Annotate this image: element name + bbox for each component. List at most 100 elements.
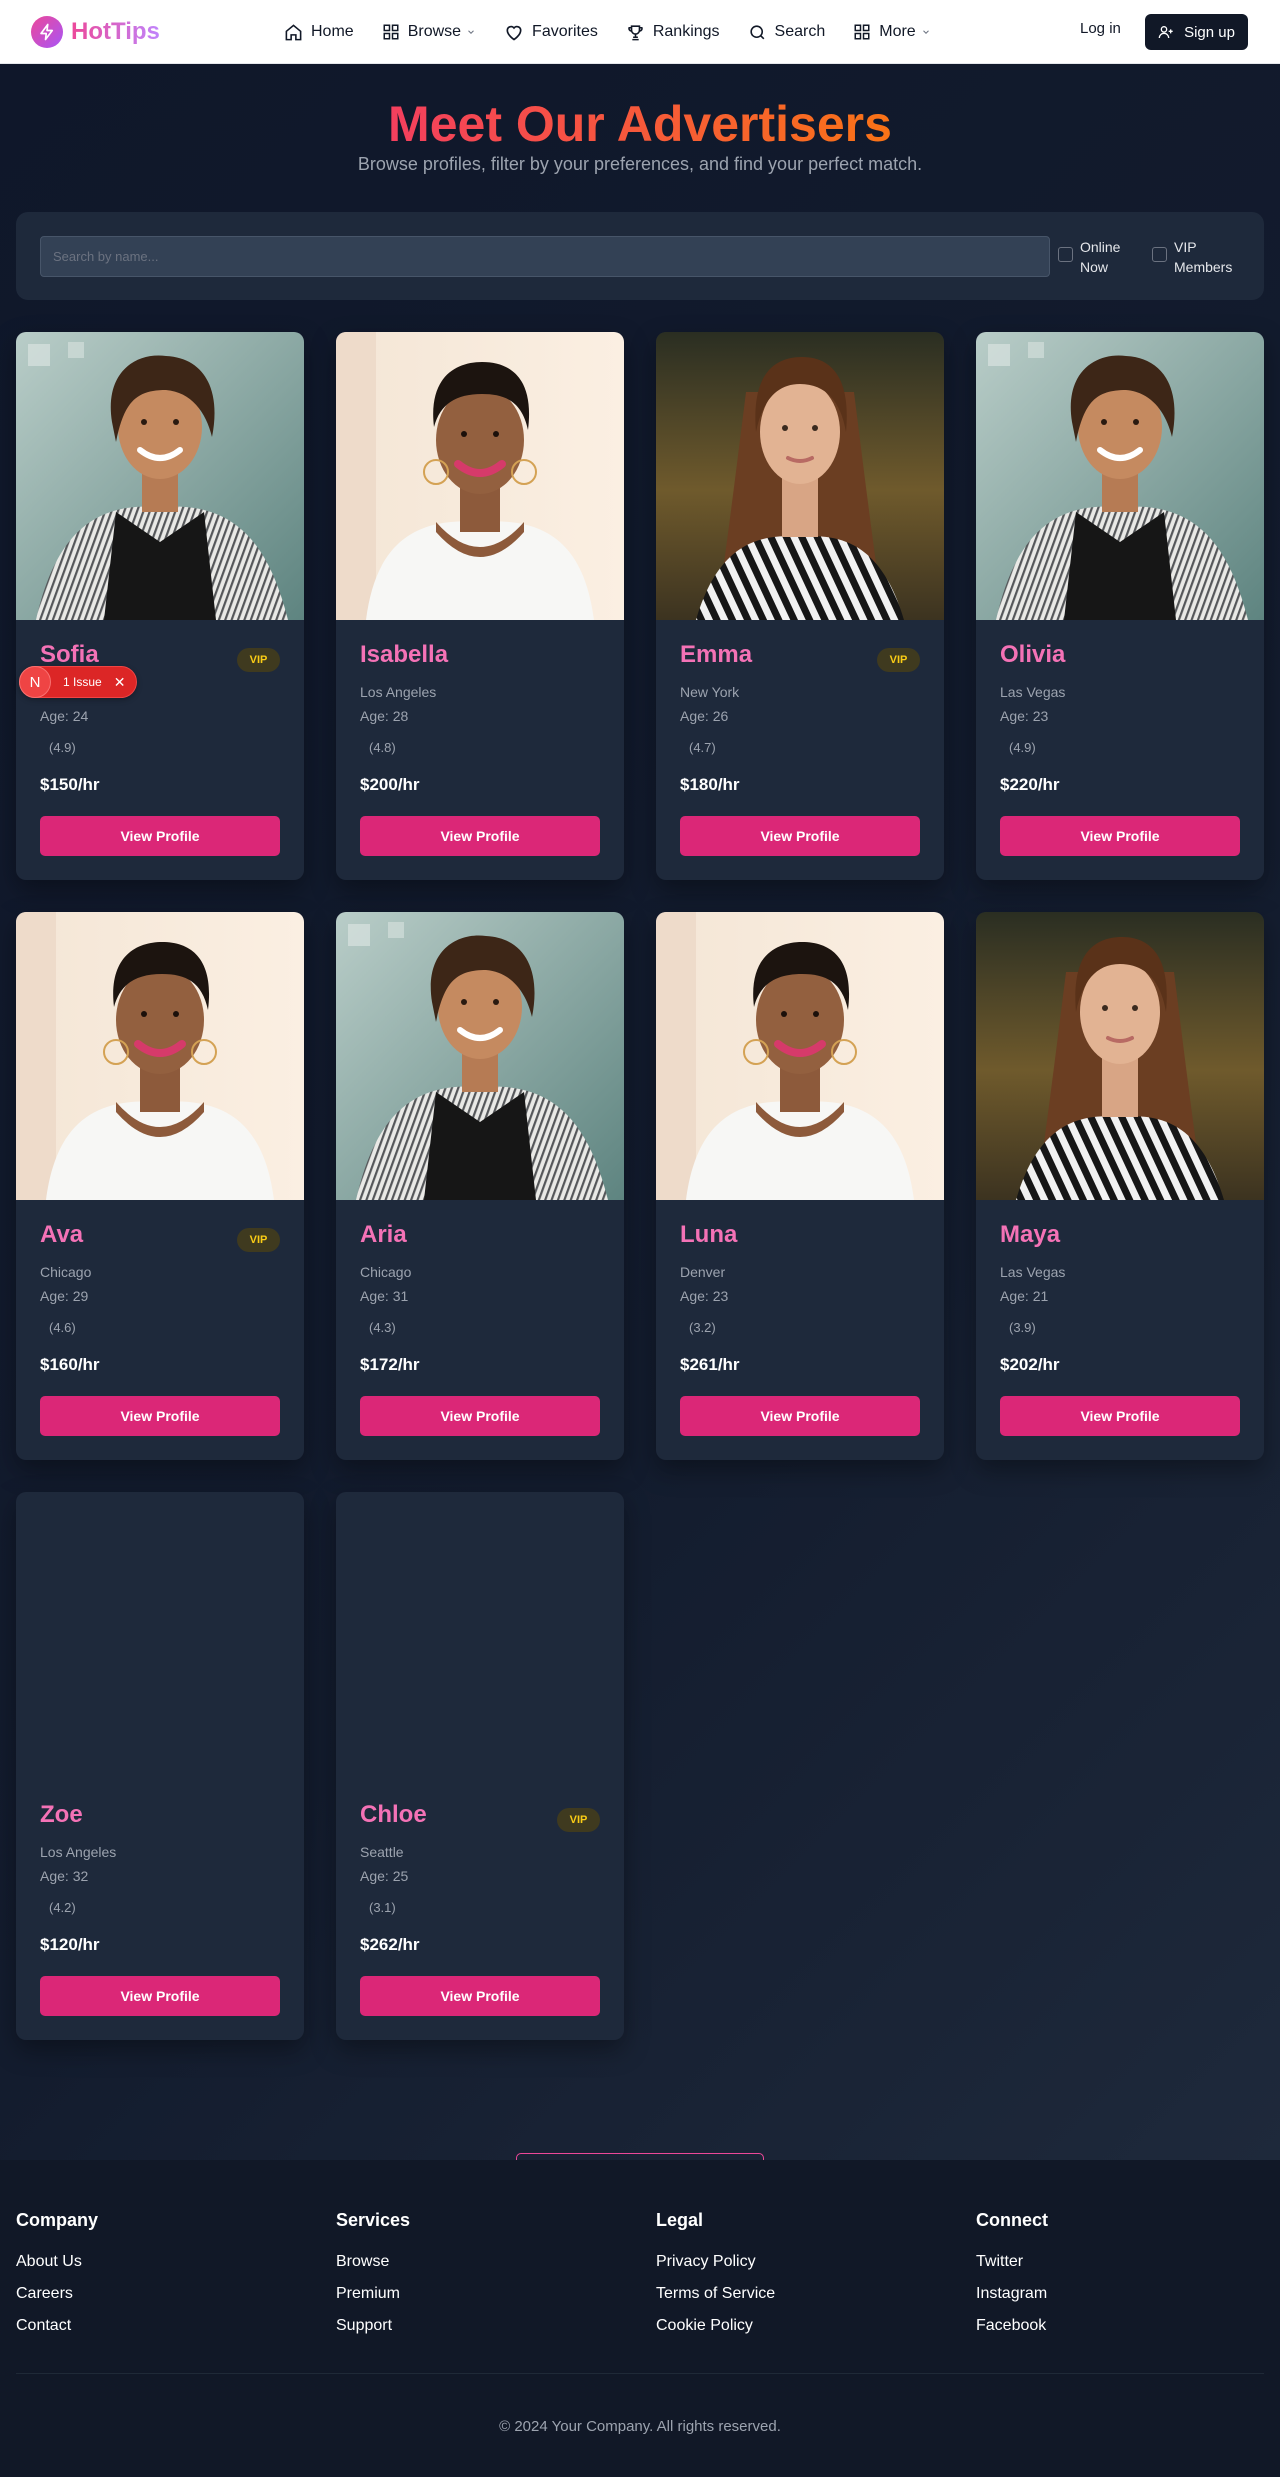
issue-badge[interactable]: N 1 Issue ✕ bbox=[19, 666, 137, 698]
profile-price: $120/hr bbox=[40, 1935, 100, 1954]
profile-photo[interactable] bbox=[16, 332, 304, 620]
footer-link-facebook[interactable]: Facebook bbox=[976, 2317, 1048, 2335]
top-navbar: HotTips Home Browse Favorites Rankings S… bbox=[0, 0, 1280, 64]
chevron-down-icon bbox=[468, 30, 474, 34]
footer-link-contact[interactable]: Contact bbox=[16, 2317, 98, 2335]
footer-link-terms[interactable]: Terms of Service bbox=[656, 2285, 775, 2303]
footer-col-legal: Legal Privacy Policy Terms of Service Co… bbox=[656, 2210, 775, 2335]
profile-price: $202/hr bbox=[1000, 1355, 1060, 1374]
online-now-checkbox[interactable] bbox=[1058, 247, 1073, 262]
brand-name: HotTips bbox=[71, 18, 160, 45]
search-icon bbox=[749, 24, 764, 39]
footer-link-premium[interactable]: Premium bbox=[336, 2285, 410, 2303]
profile-name: Sofia bbox=[40, 641, 99, 668]
nav-browse[interactable]: Browse bbox=[368, 0, 490, 64]
home-icon bbox=[285, 23, 302, 40]
profile-photo[interactable] bbox=[656, 332, 944, 620]
footer-heading: Connect bbox=[976, 2210, 1048, 2230]
page-title: Meet Our Advertisers bbox=[0, 88, 1280, 160]
profile-photo[interactable] bbox=[976, 912, 1264, 1200]
profile-card: Isabella Los Angeles Age: 28 (4.8) $200/hr Vi… bbox=[336, 332, 624, 880]
profile-rating: (4.2) bbox=[49, 1900, 76, 1915]
profile-city: Las Vegas bbox=[1000, 684, 1066, 700]
profile-rating: (4.6) bbox=[49, 1320, 76, 1335]
profile-price: $150/hr bbox=[40, 775, 100, 794]
profile-age: Age: 28 bbox=[360, 708, 409, 724]
vip-members-filter[interactable]: VIP Members bbox=[1152, 237, 1244, 277]
profile-card: Aria Chicago Age: 31 (4.3) $172/hr View Profi… bbox=[336, 912, 624, 1460]
signup-button[interactable]: Sign up bbox=[1145, 14, 1248, 50]
grid-icon bbox=[383, 24, 399, 40]
profile-name: Zoe bbox=[40, 1801, 83, 1828]
profile-name: Ava bbox=[40, 1221, 84, 1248]
view-profile-button[interactable]: View Profile bbox=[40, 1976, 280, 2016]
footer-heading: Services bbox=[336, 2210, 411, 2230]
profile-card: Ava VIP Chicago Age: 29 (4.6) $160/hr View Pro… bbox=[16, 912, 304, 1460]
profile-rating: (4.9) bbox=[1009, 740, 1036, 755]
nav-home[interactable]: Home bbox=[270, 0, 368, 64]
view-profile-button[interactable]: View Profile bbox=[1000, 1396, 1240, 1436]
main-nav: Home Browse Favorites Rankings Search Mo… bbox=[270, 0, 945, 64]
user-plus-icon bbox=[1158, 26, 1173, 39]
view-profile-button[interactable]: View Profile bbox=[360, 1976, 600, 2016]
profile-name: Isabella bbox=[360, 641, 449, 668]
nav-more[interactable]: More bbox=[839, 0, 944, 64]
profile-photo[interactable] bbox=[16, 912, 304, 1200]
profile-city: Los Angeles bbox=[40, 1844, 117, 1860]
profile-age: Age: 25 bbox=[360, 1868, 409, 1884]
view-profile-button[interactable]: View Profile bbox=[680, 1396, 920, 1436]
nav-rankings-label: Rankings bbox=[652, 23, 720, 40]
profile-card: Maya Las Vegas Age: 21 (3.9) $202/hr View Pro… bbox=[976, 912, 1264, 1460]
profile-rating: (3.2) bbox=[689, 1320, 716, 1335]
profile-age: Age: 23 bbox=[1000, 708, 1049, 724]
profile-photo[interactable] bbox=[336, 912, 624, 1200]
footer-link-twitter[interactable]: Twitter bbox=[976, 2253, 1048, 2271]
profile-city: Seattle bbox=[360, 1844, 404, 1860]
profile-price: $160/hr bbox=[40, 1355, 100, 1374]
footer-link-instagram[interactable]: Instagram bbox=[976, 2285, 1048, 2303]
chevron-down-icon bbox=[922, 30, 929, 34]
footer-link-privacy[interactable]: Privacy Policy bbox=[656, 2253, 775, 2271]
search-input[interactable] bbox=[40, 236, 1050, 277]
page-title-text: Meet Our Advertisers bbox=[388, 96, 892, 152]
footer-link-about-us[interactable]: About Us bbox=[16, 2253, 98, 2271]
filter-bar: Online Now VIP Members bbox=[16, 212, 1264, 300]
footer-col-connect: Connect Twitter Instagram Facebook bbox=[976, 2210, 1048, 2335]
login-link[interactable]: Log in bbox=[1080, 20, 1121, 37]
profile-name: Chloe bbox=[360, 1801, 427, 1828]
profile-price: $200/hr bbox=[360, 775, 420, 794]
profile-photo[interactable] bbox=[336, 332, 624, 620]
issue-badge-letter: N bbox=[19, 666, 51, 698]
view-profile-button[interactable]: View Profile bbox=[40, 816, 280, 856]
footer-link-careers[interactable]: Careers bbox=[16, 2285, 98, 2303]
profile-photo[interactable] bbox=[16, 1492, 304, 1780]
brand[interactable]: HotTips bbox=[31, 16, 160, 48]
nav-browse-label: Browse bbox=[407, 23, 462, 40]
profile-price: $172/hr bbox=[360, 1355, 420, 1374]
nav-rankings[interactable]: Rankings bbox=[612, 0, 734, 64]
footer-heading: Company bbox=[16, 2210, 99, 2230]
online-now-filter[interactable]: Online Now bbox=[1058, 237, 1130, 277]
view-profile-button[interactable]: View Profile bbox=[40, 1396, 280, 1436]
footer-link-support[interactable]: Support bbox=[336, 2317, 410, 2335]
vip-badge: VIP bbox=[237, 648, 280, 672]
profile-city: New York bbox=[680, 684, 740, 700]
vip-members-checkbox[interactable] bbox=[1152, 247, 1167, 262]
view-profile-button[interactable]: View Profile bbox=[680, 816, 920, 856]
view-profile-button[interactable]: View Profile bbox=[1000, 816, 1240, 856]
profile-age: Age: 21 bbox=[1000, 1288, 1049, 1304]
profile-age: Age: 29 bbox=[40, 1288, 89, 1304]
view-profile-button[interactable]: View Profile bbox=[360, 816, 600, 856]
profile-photo[interactable] bbox=[976, 332, 1264, 620]
footer-col-services: Services Browse Premium Support bbox=[336, 2210, 410, 2335]
close-icon[interactable]: ✕ bbox=[114, 674, 126, 691]
footer-link-cookie[interactable]: Cookie Policy bbox=[656, 2317, 775, 2335]
nav-favorites[interactable]: Favorites bbox=[490, 0, 612, 64]
view-profile-button[interactable]: View Profile bbox=[360, 1396, 600, 1436]
profile-photo[interactable] bbox=[336, 1492, 624, 1780]
footer-link-browse[interactable]: Browse bbox=[336, 2253, 410, 2271]
online-now-label: Online Now bbox=[1080, 239, 1121, 275]
profile-photo[interactable] bbox=[656, 912, 944, 1200]
nav-search[interactable]: Search bbox=[734, 0, 840, 64]
profile-age: Age: 32 bbox=[40, 1868, 89, 1884]
